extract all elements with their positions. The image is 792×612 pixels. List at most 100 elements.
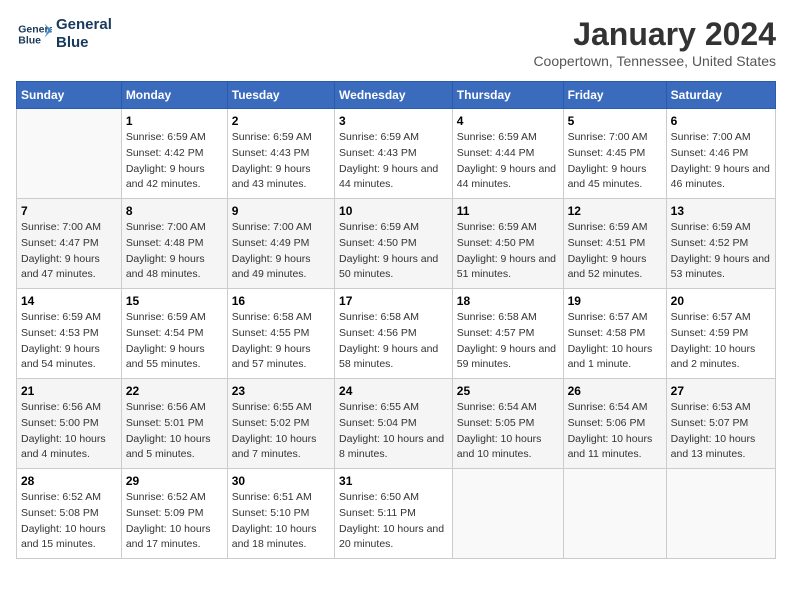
calendar-cell [666,469,775,559]
page-subtitle: Coopertown, Tennessee, United States [533,53,776,69]
day-info: Sunrise: 6:57 AMSunset: 4:59 PMDaylight:… [671,311,756,370]
day-info: Sunrise: 6:59 AMSunset: 4:43 PMDaylight:… [339,131,438,190]
day-number: 5 [568,114,662,128]
col-monday: Monday [121,82,227,109]
day-number: 6 [671,114,771,128]
page-title: January 2024 [533,16,776,53]
calendar-cell [452,469,563,559]
day-info: Sunrise: 7:00 AMSunset: 4:49 PMDaylight:… [232,221,312,280]
calendar-cell: 13 Sunrise: 6:59 AMSunset: 4:52 PMDayligh… [666,199,775,289]
day-info: Sunrise: 7:00 AMSunset: 4:48 PMDaylight:… [126,221,206,280]
day-number: 4 [457,114,559,128]
day-info: Sunrise: 6:59 AMSunset: 4:53 PMDaylight:… [21,311,101,370]
page-header: General Blue GeneralBlue January 2024 Co… [16,16,776,69]
day-number: 9 [232,204,330,218]
day-number: 22 [126,384,223,398]
day-number: 3 [339,114,448,128]
day-number: 13 [671,204,771,218]
day-number: 21 [21,384,117,398]
calendar-table: Sunday Monday Tuesday Wednesday Thursday… [16,81,776,559]
calendar-cell: 15Sunrise: 6:59 AMSunset: 4:54 PMDayligh… [121,289,227,379]
day-info: Sunrise: 7:00 AMSunset: 4:45 PMDaylight:… [568,131,648,190]
day-info: Sunrise: 6:51 AMSunset: 5:10 PMDaylight:… [232,491,317,550]
calendar-cell: 25 Sunrise: 6:54 AMSunset: 5:05 PMDayligh… [452,379,563,469]
calendar-week-row: 14 Sunrise: 6:59 AMSunset: 4:53 PMDayligh… [17,289,776,379]
day-info: Sunrise: 6:59 AMSunset: 4:51 PMDaylight:… [568,221,648,280]
calendar-week-row: 21 Sunrise: 6:56 AMSunset: 5:00 PMDayligh… [17,379,776,469]
day-number: 29 [126,474,223,488]
day-number: 8 [126,204,223,218]
day-number: 2 [232,114,330,128]
logo-icon: General Blue [16,20,52,48]
day-info: Sunrise: 6:55 AMSunset: 5:04 PMDaylight:… [339,401,444,460]
calendar-cell: 27 Sunrise: 6:53 AMSunset: 5:07 PMDayligh… [666,379,775,469]
day-number: 24 [339,384,448,398]
calendar-cell [563,469,666,559]
calendar-cell: 1 Sunrise: 6:59 AMSunset: 4:42 PMDaylight… [121,109,227,199]
calendar-cell: 16 Sunrise: 6:58 AMSunset: 4:55 PMDayligh… [227,289,334,379]
calendar-cell: 17 Sunrise: 6:58 AMSunset: 4:56 PMDayligh… [335,289,453,379]
day-info: Sunrise: 6:52 AMSunset: 5:08 PMDaylight:… [21,491,106,550]
calendar-cell: 18Sunrise: 6:58 AMSunset: 4:57 PMDayligh… [452,289,563,379]
day-number: 17 [339,294,448,308]
day-number: 20 [671,294,771,308]
calendar-cell: 20 Sunrise: 6:57 AMSunset: 4:59 PMDayligh… [666,289,775,379]
calendar-cell: 6 Sunrise: 7:00 AMSunset: 4:46 PMDaylight… [666,109,775,199]
col-thursday: Thursday [452,82,563,109]
calendar-cell: 3 Sunrise: 6:59 AMSunset: 4:43 PMDaylight… [335,109,453,199]
day-info: Sunrise: 6:56 AMSunset: 5:01 PMDaylight:… [126,401,211,460]
col-saturday: Saturday [666,82,775,109]
calendar-cell: 21 Sunrise: 6:56 AMSunset: 5:00 PMDayligh… [17,379,122,469]
day-info: Sunrise: 6:57 AMSunset: 4:58 PMDaylight:… [568,311,653,370]
calendar-cell: 8 Sunrise: 7:00 AMSunset: 4:48 PMDaylight… [121,199,227,289]
calendar-cell: 26Sunrise: 6:54 AMSunset: 5:06 PMDayligh… [563,379,666,469]
calendar-cell: 30 Sunrise: 6:51 AMSunset: 5:10 PMDayligh… [227,469,334,559]
day-number: 19 [568,294,662,308]
calendar-body: 1 Sunrise: 6:59 AMSunset: 4:42 PMDaylight… [17,109,776,559]
day-info: Sunrise: 6:59 AMSunset: 4:44 PMDaylight:… [457,131,556,190]
calendar-cell: 9 Sunrise: 7:00 AMSunset: 4:49 PMDaylight… [227,199,334,289]
calendar-cell: 19 Sunrise: 6:57 AMSunset: 4:58 PMDayligh… [563,289,666,379]
calendar-week-row: 7 Sunrise: 7:00 AMSunset: 4:47 PMDaylight… [17,199,776,289]
day-info: Sunrise: 6:59 AMSunset: 4:50 PMDaylight:… [339,221,438,280]
day-info: Sunrise: 6:59 AMSunset: 4:50 PMDaylight:… [457,221,556,280]
logo-text: GeneralBlue [56,16,112,52]
day-info: Sunrise: 6:50 AMSunset: 5:11 PMDaylight:… [339,491,444,550]
day-info: Sunrise: 6:54 AMSunset: 5:05 PMDaylight:… [457,401,542,460]
day-info: Sunrise: 7:00 AMSunset: 4:46 PMDaylight:… [671,131,770,190]
day-info: Sunrise: 6:59 AMSunset: 4:54 PMDaylight:… [126,311,206,370]
col-wednesday: Wednesday [335,82,453,109]
day-number: 27 [671,384,771,398]
calendar-cell: 24 Sunrise: 6:55 AMSunset: 5:04 PMDayligh… [335,379,453,469]
calendar-cell: 5 Sunrise: 7:00 AMSunset: 4:45 PMDaylight… [563,109,666,199]
day-info: Sunrise: 6:58 AMSunset: 4:56 PMDaylight:… [339,311,438,370]
calendar-cell: 12Sunrise: 6:59 AMSunset: 4:51 PMDayligh… [563,199,666,289]
day-number: 16 [232,294,330,308]
day-number: 30 [232,474,330,488]
col-tuesday: Tuesday [227,82,334,109]
day-number: 23 [232,384,330,398]
calendar-cell: 31Sunrise: 6:50 AMSunset: 5:11 PMDayligh… [335,469,453,559]
calendar-cell: 22 Sunrise: 6:56 AMSunset: 5:01 PMDayligh… [121,379,227,469]
day-info: Sunrise: 6:58 AMSunset: 4:57 PMDaylight:… [457,311,556,370]
day-info: Sunrise: 6:59 AMSunset: 4:52 PMDaylight:… [671,221,770,280]
day-number: 26 [568,384,662,398]
day-info: Sunrise: 6:58 AMSunset: 4:55 PMDaylight:… [232,311,312,370]
day-info: Sunrise: 6:59 AMSunset: 4:42 PMDaylight:… [126,131,206,190]
day-number: 7 [21,204,117,218]
calendar-header: Sunday Monday Tuesday Wednesday Thursday… [17,82,776,109]
calendar-cell: 29Sunrise: 6:52 AMSunset: 5:09 PMDayligh… [121,469,227,559]
day-number: 28 [21,474,117,488]
calendar-week-row: 28 Sunrise: 6:52 AMSunset: 5:08 PMDayligh… [17,469,776,559]
day-number: 25 [457,384,559,398]
calendar-cell: 7 Sunrise: 7:00 AMSunset: 4:47 PMDaylight… [17,199,122,289]
day-number: 1 [126,114,223,128]
day-info: Sunrise: 7:00 AMSunset: 4:47 PMDaylight:… [21,221,101,280]
calendar-cell: 14 Sunrise: 6:59 AMSunset: 4:53 PMDayligh… [17,289,122,379]
day-number: 14 [21,294,117,308]
day-info: Sunrise: 6:56 AMSunset: 5:00 PMDaylight:… [21,401,106,460]
calendar-cell: 2Sunrise: 6:59 AMSunset: 4:43 PMDaylight… [227,109,334,199]
day-info: Sunrise: 6:53 AMSunset: 5:07 PMDaylight:… [671,401,756,460]
calendar-cell: 28 Sunrise: 6:52 AMSunset: 5:08 PMDayligh… [17,469,122,559]
calendar-cell: 23Sunrise: 6:55 AMSunset: 5:02 PMDayligh… [227,379,334,469]
